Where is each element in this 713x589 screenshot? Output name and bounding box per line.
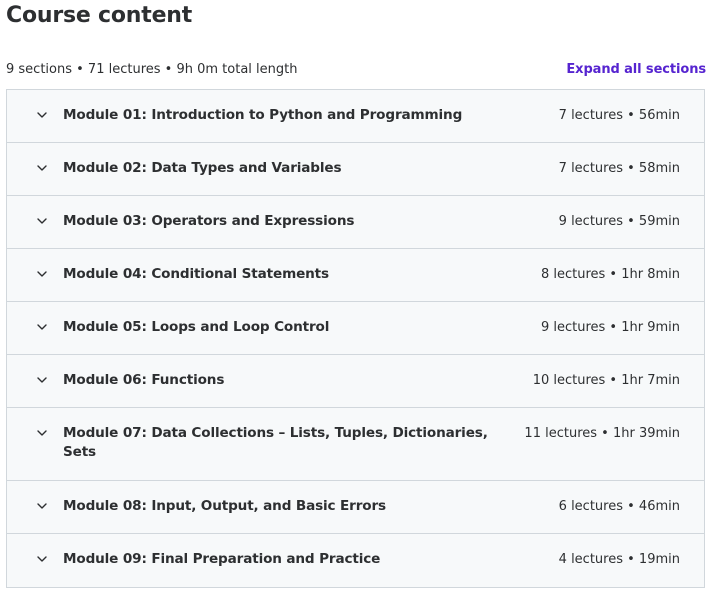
section-module-09[interactable]: Module 09: Final Preparation and Practic… bbox=[7, 534, 704, 587]
section-meta: 8 lectures • 1hr 8min bbox=[540, 267, 680, 282]
section-module-01[interactable]: Module 01: Introduction to Python and Pr… bbox=[7, 90, 704, 143]
section-title: Module 06: Functions bbox=[63, 372, 225, 388]
section-meta: 6 lectures • 46min bbox=[558, 499, 680, 514]
section-meta: 10 lectures • 1hr 7min bbox=[532, 373, 680, 388]
section-title: Module 09: Final Preparation and Practic… bbox=[63, 551, 381, 567]
chevron-down-icon bbox=[36, 162, 48, 174]
section-title: Module 05: Loops and Loop Control bbox=[63, 319, 330, 335]
course-summary-row: 9 sections • 71 lectures • 9h 0m total l… bbox=[6, 60, 706, 78]
chevron-down-icon bbox=[36, 427, 48, 439]
section-module-05[interactable]: Module 05: Loops and Loop Control 9 lect… bbox=[7, 302, 704, 355]
chevron-down-icon bbox=[36, 268, 48, 280]
chevron-down-icon bbox=[36, 553, 48, 565]
section-module-04[interactable]: Module 04: Conditional Statements 8 lect… bbox=[7, 249, 704, 302]
section-title: Module 01: Introduction to Python and Pr… bbox=[63, 107, 463, 123]
chevron-down-icon bbox=[36, 374, 48, 386]
section-title: Module 03: Operators and Expressions bbox=[63, 213, 355, 229]
section-module-02[interactable]: Module 02: Data Types and Variables 7 le… bbox=[7, 143, 704, 196]
section-meta: 7 lectures • 56min bbox=[558, 108, 680, 123]
section-title: Module 07: Data Collections – Lists, Tup… bbox=[63, 425, 488, 460]
section-list: Module 01: Introduction to Python and Pr… bbox=[6, 89, 705, 588]
section-module-03[interactable]: Module 03: Operators and Expressions 9 l… bbox=[7, 196, 704, 249]
section-meta: 9 lectures • 59min bbox=[558, 214, 680, 229]
chevron-down-icon bbox=[36, 215, 48, 227]
section-meta: 7 lectures • 58min bbox=[558, 161, 680, 176]
chevron-down-icon bbox=[36, 109, 48, 121]
section-title: Module 04: Conditional Statements bbox=[63, 266, 329, 282]
section-module-07[interactable]: Module 07: Data Collections – Lists, Tup… bbox=[7, 408, 704, 481]
section-title: Module 02: Data Types and Variables bbox=[63, 160, 342, 176]
page-title: Course content bbox=[6, 3, 193, 28]
section-module-06[interactable]: Module 06: Functions 10 lectures • 1hr 7… bbox=[7, 355, 704, 408]
chevron-down-icon bbox=[36, 500, 48, 512]
section-meta: 9 lectures • 1hr 9min bbox=[540, 320, 680, 335]
expand-all-sections-button[interactable]: Expand all sections bbox=[566, 62, 706, 77]
section-meta: 4 lectures • 19min bbox=[558, 552, 680, 567]
section-title: Module 08: Input, Output, and Basic Erro… bbox=[63, 498, 386, 514]
section-module-08[interactable]: Module 08: Input, Output, and Basic Erro… bbox=[7, 481, 704, 534]
chevron-down-icon bbox=[36, 321, 48, 333]
section-meta: 11 lectures • 1hr 39min bbox=[524, 426, 680, 441]
course-summary: 9 sections • 71 lectures • 9h 0m total l… bbox=[6, 61, 298, 77]
